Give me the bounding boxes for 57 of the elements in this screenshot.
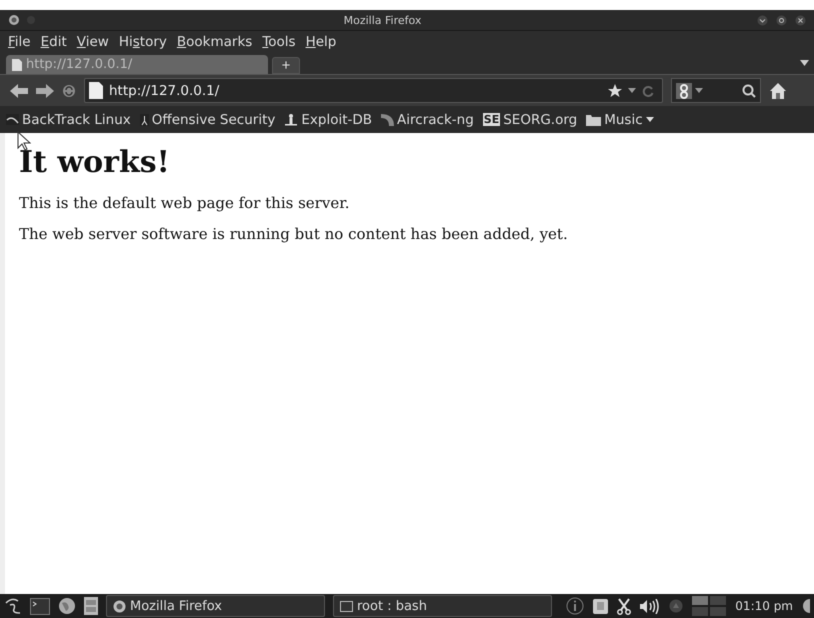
tab-list-icon[interactable] [800,60,809,66]
close-icon[interactable] [795,14,806,26]
address-field[interactable]: http://127.0.0.1/ [84,78,663,103]
window-title: Mozilla Firefox [342,14,422,26]
wave-icon [381,114,394,126]
bookmark-item[interactable]: Offensive Security [140,112,276,128]
workspace-switcher-icon[interactable] [692,596,726,616]
firefox-icon [8,14,20,26]
bookmark-item[interactable]: Exploit-DB [284,112,372,128]
page-heading: It works! [19,145,171,180]
person-icon [284,113,298,126]
reload-icon[interactable] [62,84,76,98]
menu-item[interactable]: Tools [262,34,296,50]
menu-item[interactable]: Edit [40,34,67,50]
star-icon[interactable] [608,84,622,97]
volume-icon[interactable] [640,598,660,614]
info-icon[interactable] [566,597,584,615]
eject-icon[interactable] [669,599,684,613]
bookmark-item[interactable]: SE SEORG.org [482,112,578,128]
search-icon[interactable] [742,84,756,98]
home-icon[interactable] [769,82,787,100]
clock: 01:10 pm [735,599,793,613]
site-logo: SE [482,113,500,126]
menu-item[interactable]: History [118,34,167,50]
globe-icon[interactable] [58,597,76,615]
taskbar-button[interactable]: root : bash [333,595,552,617]
new-tab-button[interactable]: + [272,57,300,74]
search-field[interactable] [671,78,761,103]
menu-item[interactable]: Help [306,34,336,50]
search-engine-icon[interactable] [676,82,692,98]
bookmark-item[interactable]: Aircrack-ng [381,112,474,128]
paragraph: This is the default web page for this server. [19,194,350,212]
page-icon [12,58,22,70]
bookmark-item[interactable]: BackTrack Linux [6,112,131,128]
minimize-icon[interactable] [757,14,768,26]
maximize-icon[interactable] [776,14,787,26]
page-icon [89,82,103,99]
bookmark-item[interactable]: Music [586,112,654,128]
reload-icon[interactable] [642,84,654,96]
back-icon[interactable] [10,84,28,98]
firefox-icon [113,600,126,612]
menu-item[interactable]: View [76,34,109,50]
caret-icon [646,117,654,122]
moon-icon[interactable] [802,599,810,613]
menu-item[interactable]: File [8,34,31,50]
terminal-icon [340,600,353,612]
forward-icon[interactable] [36,84,54,98]
paragraph: The web server software is running but no content has been added, yet. [19,225,569,243]
caret-icon[interactable] [695,88,703,93]
terminal-icon[interactable] [30,598,50,614]
menu-item[interactable]: Bookmarks [176,34,252,50]
scissors-icon[interactable] [617,598,632,614]
folder-icon [586,114,602,126]
clipboard-icon[interactable] [593,598,608,614]
taskbar-button[interactable]: Mozilla Firefox [106,595,325,617]
caret-icon[interactable] [628,88,636,93]
figure-icon [140,114,149,126]
